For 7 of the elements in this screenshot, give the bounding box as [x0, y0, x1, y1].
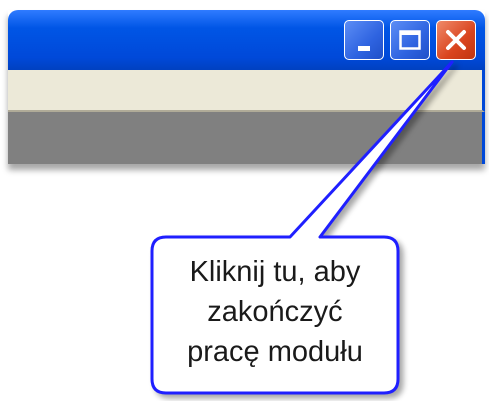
maximize-button[interactable]	[390, 20, 430, 60]
minimize-icon	[358, 46, 370, 51]
maximize-icon	[399, 30, 421, 50]
close-button[interactable]	[436, 20, 476, 60]
callout-text: Kliknij tu, aby zakończyć pracę modułu	[186, 255, 364, 370]
close-icon	[445, 29, 467, 51]
minimize-button[interactable]	[344, 20, 384, 60]
